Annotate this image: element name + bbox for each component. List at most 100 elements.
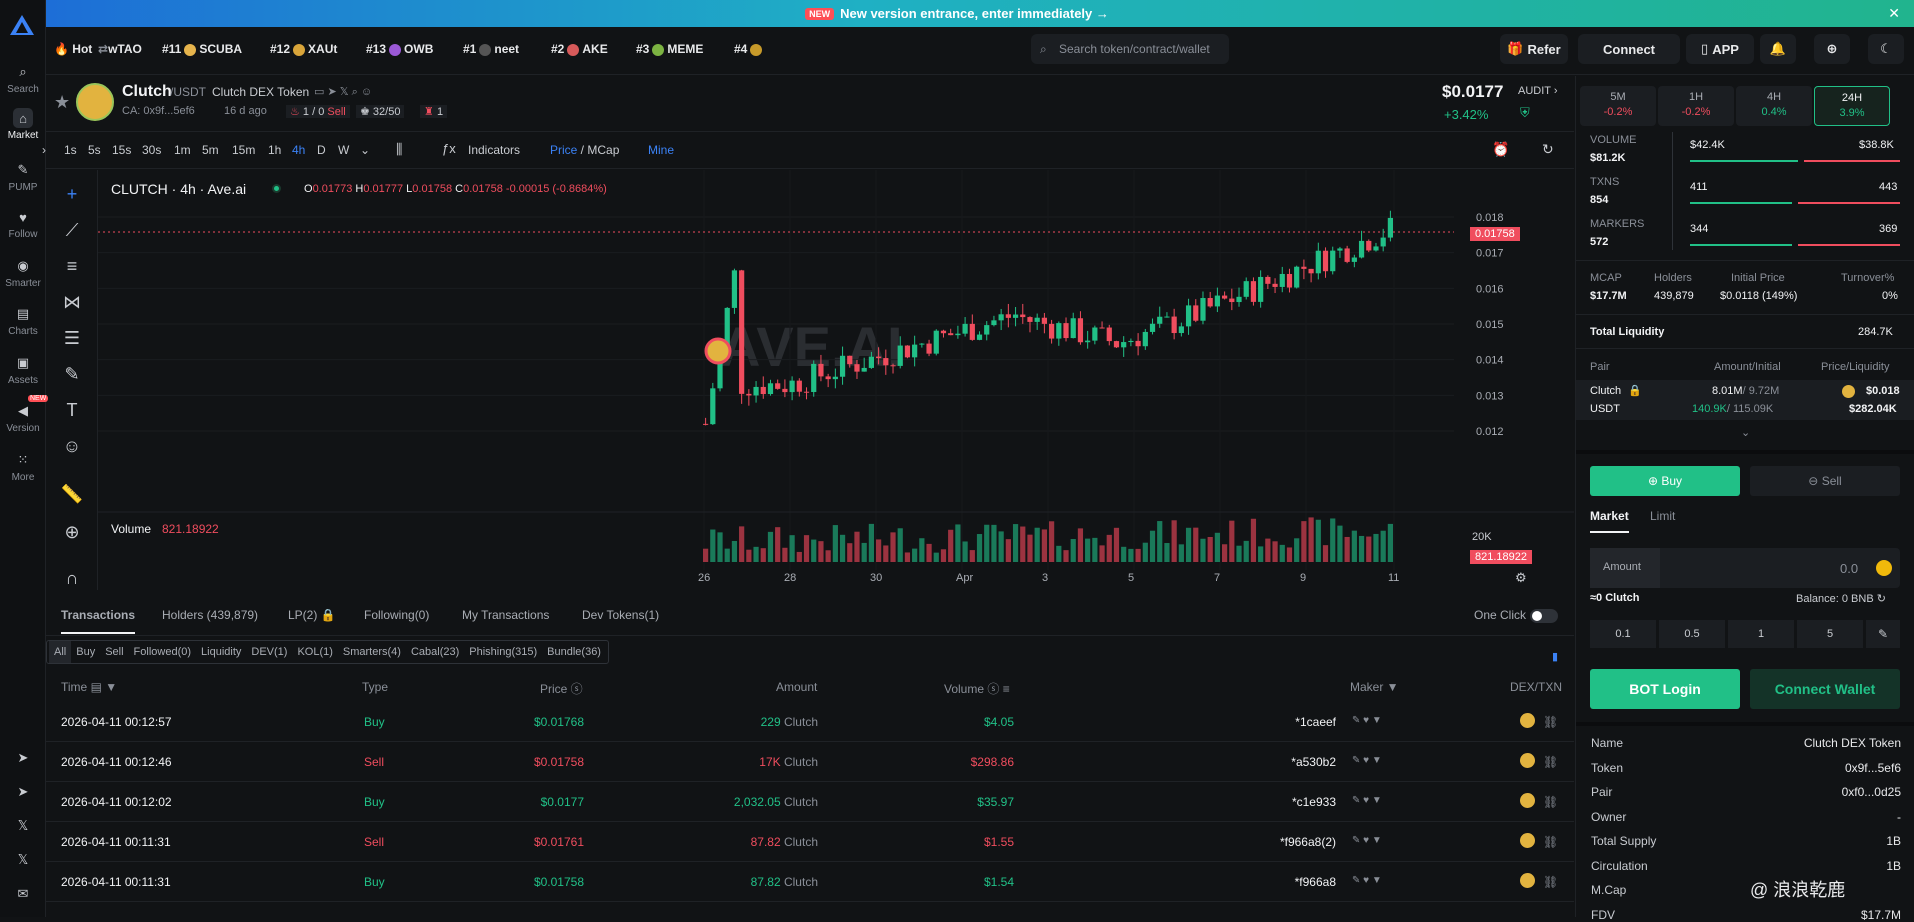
sidebar-item-smarter[interactable]: ◉ Smarter (0, 256, 46, 289)
price-mcap-toggle[interactable]: Price / MCap (550, 143, 619, 157)
filter-liquidity[interactable]: Liquidity (196, 641, 246, 663)
table-row[interactable]: 2026-04-11 00:12:02 Buy $0.0177 2,032.05 Cl… (46, 782, 1574, 822)
token-social-icons[interactable]: ▭ ➤ 𝕏 ⌕ ☺ (314, 85, 372, 99)
filter-followed[interactable]: Followed(0) (129, 641, 196, 663)
sidebar-item-more[interactable]: ⁙ More (0, 450, 46, 483)
time-header[interactable]: Time ▤ ▼ (61, 680, 117, 694)
limit-tab[interactable]: Limit (1650, 509, 1675, 523)
filter-cabal[interactable]: Cabal(23) (406, 641, 464, 663)
one-click-toggle[interactable] (1530, 609, 1558, 623)
mine-toggle[interactable]: Mine (648, 143, 674, 157)
tx-link-icon[interactable]: ⛓ (1543, 835, 1558, 849)
magnet-icon[interactable]: ∩ (60, 568, 84, 592)
sidebar-item-follow[interactable]: ♥ Follow (0, 207, 46, 241)
market-tab[interactable]: Market (1590, 509, 1629, 533)
filter-sell[interactable]: Sell (100, 641, 128, 663)
fx-icon[interactable]: ƒx (442, 141, 456, 156)
buy-tab-button[interactable]: ⊕ Buy (1590, 466, 1740, 496)
telegram-icon[interactable]: ➤ (0, 748, 46, 770)
globe-icon[interactable]: ⊕ (1814, 34, 1850, 64)
interval-15s[interactable]: 15s (112, 143, 131, 157)
filter-kol[interactable]: KOL(1) (292, 641, 337, 663)
ruler-icon[interactable]: 📏 (60, 484, 84, 508)
pattern-icon[interactable]: ⋈ (60, 292, 84, 316)
interval-w[interactable]: W (338, 143, 349, 157)
audit-link[interactable]: AUDIT › (1518, 85, 1558, 97)
hot-item[interactable]: #3 MEME (636, 42, 703, 56)
sidebar-item-assets[interactable]: ▣ Assets (0, 353, 46, 386)
indicators-button[interactable]: Indicators (468, 143, 520, 157)
tab-transactions[interactable]: Transactions (61, 608, 136, 634)
quick-amount-button[interactable]: 1 (1728, 620, 1794, 648)
maker-header[interactable]: Maker ▼ (1350, 680, 1399, 694)
logo-icon[interactable] (9, 14, 35, 36)
moon-icon[interactable]: ☾ (1868, 34, 1904, 64)
trend-line-icon[interactable]: ⟋ (60, 220, 84, 244)
bot-login-button[interactable]: BOT Login (1590, 669, 1740, 709)
chevron-down-icon[interactable]: ⌄ (360, 143, 370, 157)
edit-icon[interactable]: ✎ (1866, 620, 1900, 648)
interval-1s[interactable]: 1s (64, 143, 77, 157)
announcement-banner[interactable]: NEW New version entrance, enter immediat… (0, 0, 1914, 27)
dex-logo-icon[interactable] (1520, 753, 1535, 768)
banner-text[interactable]: New version entrance, enter immediately … (840, 6, 1109, 21)
close-icon[interactable]: ✕ (1888, 5, 1900, 22)
filter-phishing[interactable]: Phishing(315) (464, 641, 542, 663)
brush-icon[interactable]: ✎ (60, 364, 84, 388)
tx-link-icon[interactable]: ⛓ (1543, 755, 1558, 769)
sidebar-item-pump[interactable]: ✎ PUMP (0, 160, 46, 193)
period-5m[interactable]: 5M -0.2% (1580, 86, 1656, 126)
candle-type-icon[interactable]: ⫼ (396, 141, 402, 158)
interval-5s[interactable]: 5s (88, 143, 101, 157)
interval-5m[interactable]: 5m (202, 143, 219, 157)
refer-button[interactable]: 🎁 Refer (1500, 34, 1568, 64)
app-button[interactable]: ▯ APP (1686, 34, 1754, 64)
period-4h[interactable]: 4H 0.4% (1736, 86, 1812, 126)
interval-1h[interactable]: 1h (268, 143, 281, 157)
tx-link-icon[interactable]: ⛓ (1543, 875, 1558, 889)
star-icon[interactable]: ★ (54, 92, 70, 113)
hot-item[interactable]: #4 (734, 42, 765, 56)
sidebar-item-market[interactable]: ⌂ Market (0, 108, 46, 141)
filter-dev[interactable]: DEV(1) (246, 641, 292, 663)
horizontal-lines-icon[interactable]: ≡ (60, 256, 84, 280)
zoom-in-icon[interactable]: ⊕ (60, 522, 84, 546)
crosshair-icon[interactable]: + (60, 184, 84, 208)
period-1h[interactable]: 1H -0.2% (1658, 86, 1734, 126)
tab-holders[interactable]: Holders (439,879) (162, 608, 258, 622)
filter-all[interactable]: All (49, 641, 72, 663)
sidebar-item-charts[interactable]: ▤ Charts (0, 304, 46, 337)
tx-link-icon[interactable]: ⛓ (1543, 795, 1558, 809)
fib-icon[interactable]: ☰ (60, 328, 84, 352)
dex-logo-icon[interactable] (1520, 793, 1535, 808)
table-row[interactable]: 2026-04-11 00:12:57 Buy $0.01768 229 Clutch… (46, 702, 1574, 742)
tab-following[interactable]: Following(0) (364, 608, 429, 622)
hot-item[interactable]: #1 neet (463, 42, 519, 56)
chart-toggle-icon[interactable]: ▮ (1552, 650, 1558, 663)
alarm-icon[interactable]: ⏰ (1492, 141, 1509, 158)
table-row[interactable]: 2026-04-11 00:12:46 Sell $0.01758 17K Clutc… (46, 742, 1574, 782)
emoji-icon[interactable]: ☺ (60, 436, 84, 460)
connect-wallet-button[interactable]: Connect Wallet (1750, 669, 1900, 709)
tab-my-transactions[interactable]: My Transactions (462, 608, 549, 622)
tab-dev-tokens[interactable]: Dev Tokens(1) (582, 608, 659, 622)
interval-d[interactable]: D (317, 143, 326, 157)
refresh-icon[interactable]: ↻ (1542, 141, 1554, 158)
x-twitter-icon[interactable]: 𝕏 (0, 816, 46, 838)
interval-30s[interactable]: 30s (142, 143, 161, 157)
amount-input[interactable]: Amount 0.0 (1590, 548, 1900, 588)
text-tool-icon[interactable]: T (60, 400, 84, 424)
quick-amount-button[interactable]: 0.1 (1590, 620, 1656, 648)
tab-lp[interactable]: LP(2) 🔒 (288, 608, 336, 622)
bell-icon[interactable]: 🔔 (1760, 34, 1796, 64)
mail-icon[interactable]: ✉ (0, 884, 46, 906)
sidebar-item-version[interactable]: ◀ Version NEW (0, 395, 49, 434)
sidebar-item-search[interactable]: ⌕ Search (0, 62, 46, 95)
search-input[interactable]: Search token/contract/wallet (1031, 34, 1229, 64)
filter-bundle[interactable]: Bundle(36) (542, 641, 606, 663)
sell-tab-button[interactable]: ⊖ Sell (1750, 466, 1900, 496)
interval-4h[interactable]: 4h (292, 143, 305, 157)
hot-item[interactable]: #12 XAUt (270, 42, 337, 56)
chevron-right-icon[interactable]: › (42, 143, 46, 157)
hot-item[interactable]: #2 AKE (551, 42, 608, 56)
